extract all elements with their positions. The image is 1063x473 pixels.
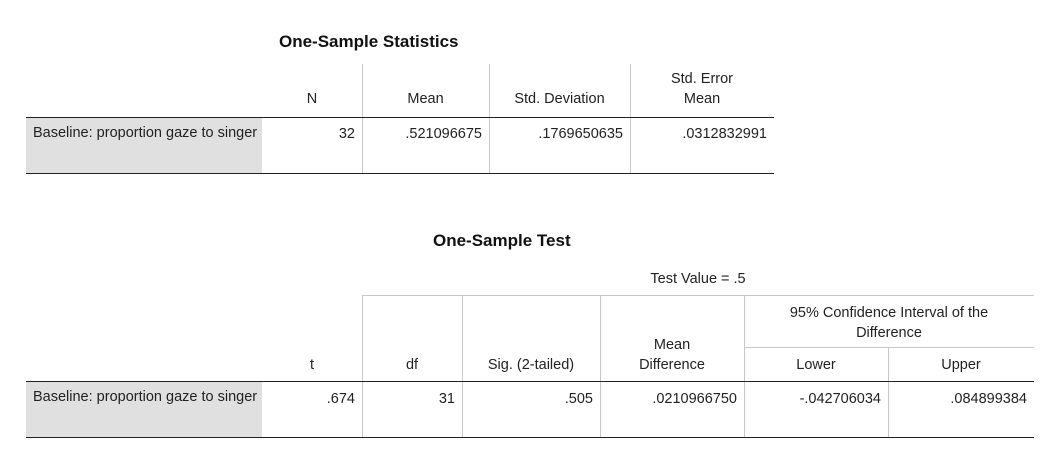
stats-col-divider	[489, 64, 490, 174]
test-header-mean-diff-2: Difference	[639, 357, 705, 373]
stats-col-divider	[630, 64, 631, 174]
stats-row-label: Baseline: proportion gaze to singer	[26, 118, 262, 173]
test-header-ci: 95% Confidence Interval of the Differenc…	[789, 305, 989, 341]
test-value-lower: -.042706034	[799, 391, 881, 407]
stats-value-n: 32	[338, 126, 355, 142]
test-header-mean-diff-1: Mean	[653, 337, 691, 353]
test-value-df: 31	[438, 391, 455, 407]
stats-header-mean: Mean	[407, 91, 444, 107]
stats-value-std-dev: .1769650635	[538, 126, 623, 142]
stats-value-mean: .521096675	[405, 126, 482, 142]
stats-bottom-rule	[26, 173, 774, 174]
test-col-divider	[744, 296, 745, 437]
test-header-sig: Sig. (2-tailed)	[487, 357, 575, 373]
stats-header-se-mean-1: Std. Error	[670, 71, 734, 87]
test-ci-rule	[744, 347, 1034, 348]
stats-header-std-dev: Std. Deviation	[514, 91, 605, 107]
test-table-title: One-Sample Test	[433, 231, 571, 250]
stats-table-title: One-Sample Statistics	[279, 32, 459, 51]
test-header-lower: Lower	[796, 357, 836, 373]
test-header-df: df	[405, 357, 419, 373]
stats-header-n: N	[306, 91, 318, 107]
test-col-divider	[362, 296, 363, 437]
test-value-sig: .505	[564, 391, 593, 407]
test-value-header: Test Value = .5	[650, 271, 746, 287]
test-row-label: Baseline: proportion gaze to singer	[26, 382, 262, 437]
stats-header-se-mean-2: Mean	[683, 91, 721, 107]
test-value-rule	[362, 295, 1034, 296]
test-header-upper: Upper	[941, 357, 981, 373]
test-header-t: t	[309, 357, 315, 373]
test-value-upper: .084899384	[950, 391, 1027, 407]
stats-col-divider	[362, 64, 363, 174]
test-bottom-rule	[26, 437, 1034, 438]
test-col-divider	[600, 296, 601, 437]
stats-value-se-mean: .0312832991	[682, 126, 767, 142]
test-value-mean-diff: .0210966750	[652, 391, 737, 407]
test-col-divider	[462, 296, 463, 437]
test-value-t: .674	[326, 391, 355, 407]
